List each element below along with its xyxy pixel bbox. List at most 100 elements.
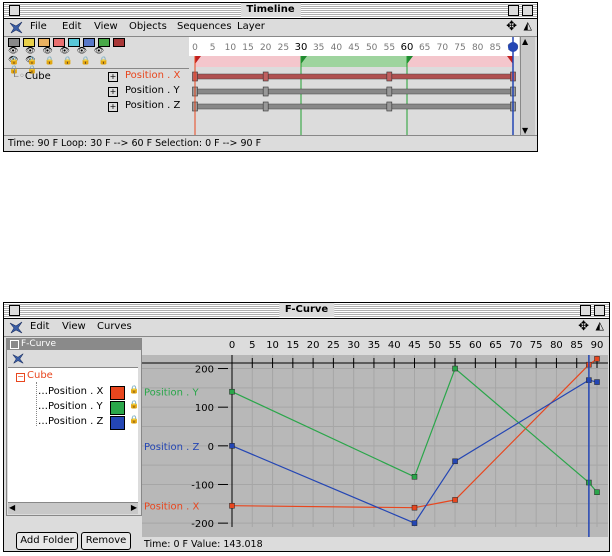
fcurve-key[interactable]: [411, 520, 418, 526]
fcurve-tree: − Cube …Position . X 🔒 …Position . Y 🔒 ……: [8, 367, 139, 503]
fcurve-key[interactable]: [452, 497, 458, 503]
track-expand-z[interactable]: +: [108, 102, 118, 112]
add-folder-button[interactable]: Add Folder: [16, 532, 78, 550]
fcurve-key[interactable]: [411, 474, 418, 480]
scroll-left-arrow[interactable]: ◀: [9, 503, 15, 512]
x-tick-label: 45: [408, 340, 421, 351]
fcurve-panel: F-Curve − Cube …Position . X 🔒 …Position…: [6, 338, 142, 516]
x-tick-label: 30: [347, 340, 360, 351]
fcurve-key[interactable]: [452, 365, 458, 372]
move-icon[interactable]: ✥: [506, 19, 517, 34]
x-tick-label: 75: [530, 340, 543, 351]
fcurve-window: F-Curve Edit View Curves ✥ ◭ F-Curve − C…: [3, 302, 610, 552]
menu-edit[interactable]: Edit: [62, 21, 81, 32]
ruler-tick-label: 30: [295, 42, 308, 53]
scroll-right-arrow[interactable]: ▶: [131, 503, 137, 512]
fcurve-key[interactable]: [229, 502, 235, 509]
lock-icon[interactable]: 🔒: [129, 415, 139, 424]
fcurve-key[interactable]: [229, 388, 235, 395]
zoom-box[interactable]: [580, 305, 591, 316]
keyframe[interactable]: [386, 86, 393, 97]
ruler-tick-label: 0: [192, 43, 198, 53]
menu-layer[interactable]: Layer: [237, 21, 265, 32]
timeline-status-bar: Time: 90 F Loop: 30 F --> 60 F Selection…: [4, 135, 537, 151]
menu-sequences[interactable]: Sequences: [177, 21, 232, 32]
curve-label: Position . Z: [144, 442, 199, 453]
fcurve-graph[interactable]: 0 5 10 15 20 25 30 35 40 45 50 55 60 65 70 75 80 85 90 200 1…: [142, 337, 608, 537]
keyframe[interactable]: [386, 71, 393, 82]
y-tick-label: 0: [208, 442, 214, 453]
track-bar[interactable]: [194, 103, 514, 110]
track-bar[interactable]: [194, 73, 514, 80]
keyframe[interactable]: [262, 71, 269, 82]
x-tick-label: 25: [327, 340, 340, 351]
fcurve-key[interactable]: [594, 489, 600, 495]
keyframe[interactable]: [262, 86, 269, 97]
object-item-cube[interactable]: –◦Cube: [14, 71, 51, 82]
curve-color-y[interactable]: [110, 401, 125, 415]
fcurve-key[interactable]: [452, 458, 458, 465]
move-icon[interactable]: ✥: [578, 319, 589, 334]
menu-view[interactable]: View: [62, 321, 86, 332]
timeline-scrollbar[interactable]: ▲ ▼: [520, 37, 535, 135]
tree-collapse-cube[interactable]: −: [16, 373, 25, 382]
cinema-logo-icon[interactable]: [8, 20, 24, 35]
scale-icon[interactable]: ◭: [596, 319, 604, 332]
track-expand-x[interactable]: +: [108, 72, 118, 82]
scroll-up-arrow[interactable]: ▲: [522, 37, 528, 46]
x-tick-label: 90: [591, 340, 604, 351]
x-tick-label: 15: [286, 340, 299, 351]
fcurve-key[interactable]: [594, 356, 600, 362]
ruler-tick-label: 80: [472, 43, 484, 53]
lock-icon[interactable]: 🔒: [129, 400, 139, 409]
curve-color-z[interactable]: [110, 416, 125, 430]
loop-range-bar[interactable]: [301, 56, 407, 67]
keyframe[interactable]: [262, 101, 269, 112]
track-label-position-x[interactable]: Position . X: [125, 70, 180, 81]
cinema-logo-icon[interactable]: [8, 320, 24, 335]
menu-curves[interactable]: Curves: [97, 321, 132, 332]
timeline-titlebar[interactable]: Timeline: [4, 3, 537, 19]
close-box[interactable]: [9, 5, 20, 16]
fcurve-key[interactable]: [411, 504, 418, 511]
panel-logo-icon[interactable]: [11, 352, 25, 365]
menu-objects[interactable]: Objects: [129, 21, 167, 32]
fcurve-panel-header[interactable]: F-Curve: [7, 339, 141, 350]
menu-edit[interactable]: Edit: [30, 321, 49, 332]
collapse-box[interactable]: [522, 5, 533, 16]
zoom-box[interactable]: [508, 5, 519, 16]
track-expand-y[interactable]: +: [108, 87, 118, 97]
menu-view[interactable]: View: [94, 21, 118, 32]
collapse-box[interactable]: [594, 305, 605, 316]
curve-color-x[interactable]: [110, 386, 125, 400]
lock-icon[interactable]: 🔒: [129, 385, 139, 394]
scale-icon[interactable]: ◭: [524, 19, 532, 32]
ruler-tick-label: 45: [348, 43, 359, 53]
fcurve-titlebar[interactable]: F-Curve: [4, 303, 609, 319]
x-tick-label: 70: [510, 340, 523, 351]
menu-file[interactable]: File: [30, 21, 47, 32]
timeline-tracks-area[interactable]: 051015202530354045505560657075808590: [189, 37, 519, 137]
scroll-down-arrow[interactable]: ▼: [522, 126, 528, 135]
remove-button[interactable]: Remove: [81, 532, 131, 550]
track-bar[interactable]: [194, 88, 514, 95]
track-label-position-z[interactable]: Position . Z: [125, 100, 180, 111]
tree-item-position-x[interactable]: …Position . X: [38, 386, 103, 397]
tree-item-position-z[interactable]: …Position . Z: [38, 416, 103, 427]
keyframe[interactable]: [386, 101, 393, 112]
fcurve-key[interactable]: [229, 443, 235, 449]
ruler-tick-label: 65: [419, 43, 430, 53]
current-time-handle[interactable]: [508, 42, 518, 52]
track-label-position-y[interactable]: Position . Y: [125, 85, 180, 96]
timeline-title: Timeline: [240, 3, 301, 17]
tree-item-position-y[interactable]: …Position . Y: [38, 401, 103, 412]
panel-close-icon[interactable]: [10, 340, 19, 349]
ruler-tick-label: 50: [366, 43, 378, 53]
ruler-tick-label: 85: [490, 43, 501, 53]
timeline-menubar: File Edit View Objects Sequences Layer ✥…: [4, 19, 537, 37]
close-box[interactable]: [9, 305, 20, 316]
panel-hscrollbar[interactable]: ◀ ▶: [8, 502, 138, 514]
tree-item-cube[interactable]: Cube: [27, 370, 53, 381]
fcurve-key[interactable]: [594, 379, 600, 385]
timeline-window: Timeline File Edit View Objects Sequence…: [3, 2, 538, 152]
